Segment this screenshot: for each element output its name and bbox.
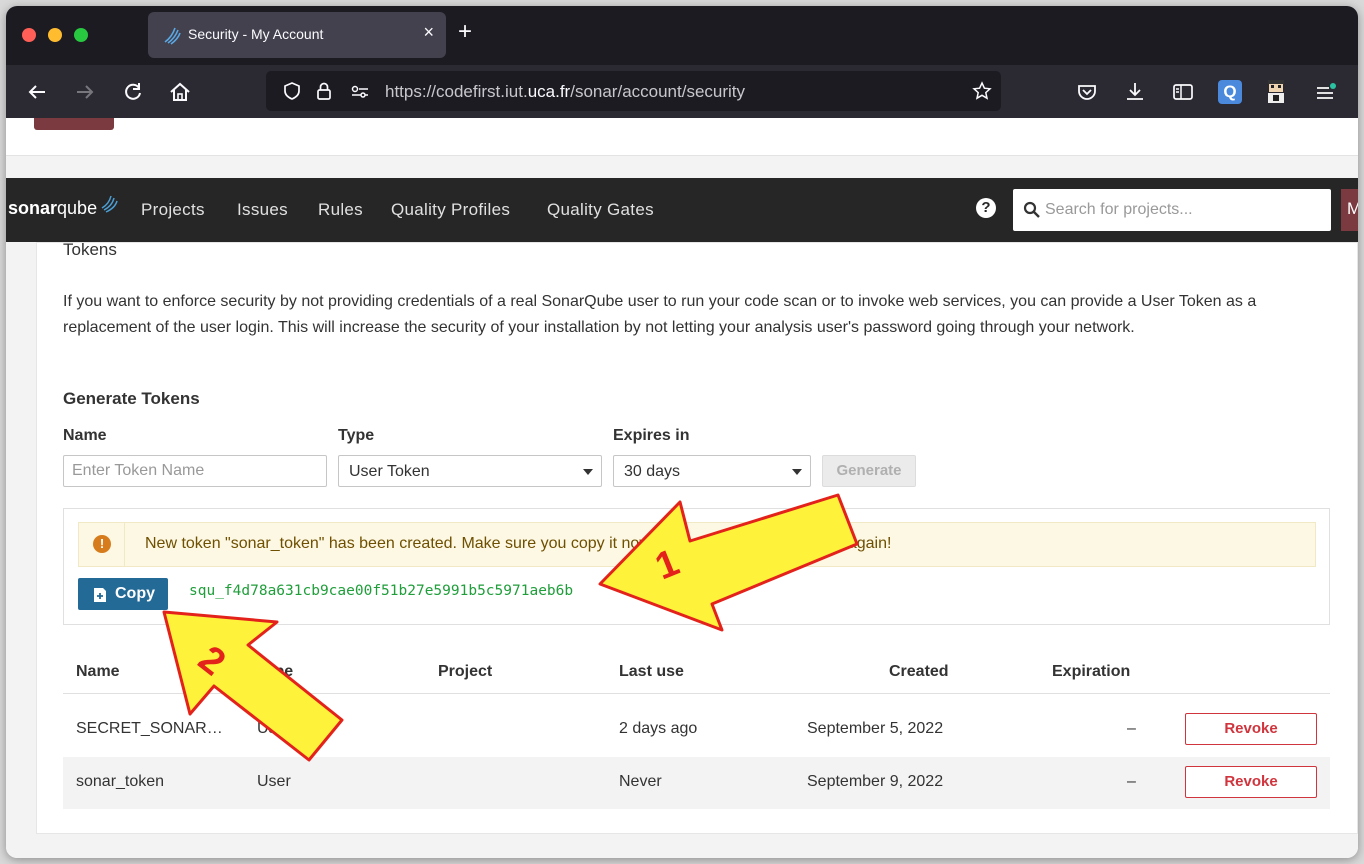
permissions-icon[interactable] — [350, 81, 370, 101]
url-bar[interactable]: https://codefirst.iut.uca.fr/sonar/accou… — [266, 71, 1001, 111]
alert-icon-wrapper: ! — [79, 523, 125, 566]
bookmark-star-icon[interactable] — [972, 81, 992, 101]
token-name: SECRET_SONAR… — [76, 720, 223, 737]
table-row: SECRET_SONAR… User 2 days ago September … — [63, 704, 1330, 756]
expires-value: 30 days — [624, 463, 681, 480]
warning-icon: ! — [93, 535, 111, 553]
name-label: Name — [63, 427, 107, 444]
close-window-button[interactable] — [22, 28, 36, 42]
home-icon[interactable] — [167, 79, 193, 105]
type-label: Type — [338, 427, 375, 444]
download-icon[interactable] — [1122, 79, 1148, 105]
back-icon[interactable] — [24, 79, 50, 105]
copy-icon — [94, 588, 106, 602]
nav-quality-gates[interactable]: Quality Gates — [547, 200, 654, 220]
token-value[interactable]: squ_f4d78a631cb9cae00f51b27e5991b5c5971a… — [189, 583, 573, 599]
generate-tokens-title: Generate Tokens — [63, 389, 200, 408]
tab-close-icon[interactable]: × — [423, 22, 434, 43]
top-button-stub[interactable] — [34, 118, 114, 130]
nav-quality-profiles[interactable]: Quality Profiles — [391, 200, 510, 220]
revoke-button[interactable]: Revoke — [1185, 766, 1317, 798]
token-name-input[interactable] — [72, 462, 318, 480]
top-panel — [6, 118, 1358, 156]
nav-projects[interactable]: Projects — [141, 200, 205, 220]
sonarqube-navbar: sonarqube Projects Issues Rules Quality … — [6, 178, 1358, 242]
token-type-select[interactable]: User Token — [338, 455, 602, 487]
col-type: Type — [257, 663, 294, 680]
token-last-use: Never — [619, 773, 662, 790]
table-row: sonar_token User Never September 9, 2022… — [63, 757, 1330, 809]
token-type: User — [257, 773, 291, 790]
browser-window: Security - My Account × + https://codefi… — [6, 6, 1358, 858]
expires-label: Expires in — [613, 427, 690, 444]
tokens-card: Tokens If you want to enforce security b… — [36, 240, 1358, 834]
help-icon[interactable]: ? — [976, 198, 996, 218]
page-content: sonarqube Projects Issues Rules Quality … — [6, 118, 1358, 858]
sidebar-icon[interactable] — [1170, 79, 1196, 105]
nav-bar: https://codefirst.iut.uca.fr/sonar/accou… — [6, 65, 1358, 118]
nav-issues[interactable]: Issues — [237, 200, 288, 220]
tokens-title: Tokens — [63, 240, 117, 259]
search-icon — [1023, 201, 1040, 218]
reload-icon[interactable] — [120, 79, 146, 105]
chevron-down-icon — [583, 469, 593, 475]
user-avatar[interactable]: M — [1341, 189, 1358, 231]
copy-label: Copy — [115, 585, 155, 602]
revoke-button[interactable]: Revoke — [1185, 713, 1317, 745]
menu-icon[interactable] — [1312, 79, 1338, 105]
nav-rules[interactable]: Rules — [318, 200, 363, 220]
maximize-window-button[interactable] — [74, 28, 88, 42]
shield-icon[interactable] — [282, 81, 302, 101]
new-token-box: ! New token "sonar_token" has been creat… — [63, 508, 1330, 625]
search-input[interactable] — [1045, 189, 1325, 231]
token-created: September 5, 2022 — [807, 720, 944, 737]
alert-text: New token "sonar_token" has been created… — [145, 535, 892, 552]
tab-title: Security - My Account — [188, 26, 324, 42]
browser-tab[interactable]: Security - My Account × — [148, 12, 446, 58]
copy-button[interactable]: Copy — [78, 578, 168, 610]
token-last-use: 2 days ago — [619, 720, 698, 737]
project-search[interactable] — [1013, 189, 1331, 231]
token-expiration: – — [1127, 720, 1136, 737]
token-expiration: – — [1127, 773, 1136, 790]
token-created-alert: ! New token "sonar_token" has been creat… — [78, 522, 1316, 567]
token-name: sonar_token — [76, 773, 165, 790]
col-created: Created — [889, 663, 949, 680]
new-tab-button[interactable]: + — [458, 20, 472, 44]
col-last-use: Last use — [619, 663, 684, 680]
col-expiration: Expiration — [1052, 663, 1131, 680]
minimize-window-button[interactable] — [48, 28, 62, 42]
extension-q-icon[interactable]: Q — [1218, 80, 1242, 104]
pocket-icon[interactable] — [1074, 79, 1100, 105]
col-project: Project — [438, 663, 493, 680]
lock-icon[interactable] — [314, 81, 334, 101]
token-name-field[interactable] — [63, 455, 327, 487]
url-text[interactable]: https://codefirst.iut.uca.fr/sonar/accou… — [385, 82, 745, 102]
col-name: Name — [76, 663, 120, 680]
tokens-description: If you want to enforce security by not p… — [63, 293, 1257, 336]
token-type: User — [257, 720, 291, 737]
chevron-down-icon — [792, 469, 802, 475]
forward-icon[interactable] — [72, 79, 98, 105]
logo-waves-icon — [101, 195, 118, 213]
expires-select[interactable]: 30 days — [613, 455, 811, 487]
extension-avatar-icon[interactable] — [1264, 79, 1288, 105]
tab-strip: Security - My Account × + — [6, 6, 1358, 65]
sonarqube-favicon-icon — [164, 27, 181, 45]
token-created: September 9, 2022 — [807, 773, 944, 790]
generate-button[interactable]: Generate — [822, 455, 916, 487]
sonarqube-logo[interactable]: sonarqube — [8, 195, 118, 219]
table-header-divider — [63, 693, 1330, 694]
token-type-value: User Token — [349, 463, 430, 480]
